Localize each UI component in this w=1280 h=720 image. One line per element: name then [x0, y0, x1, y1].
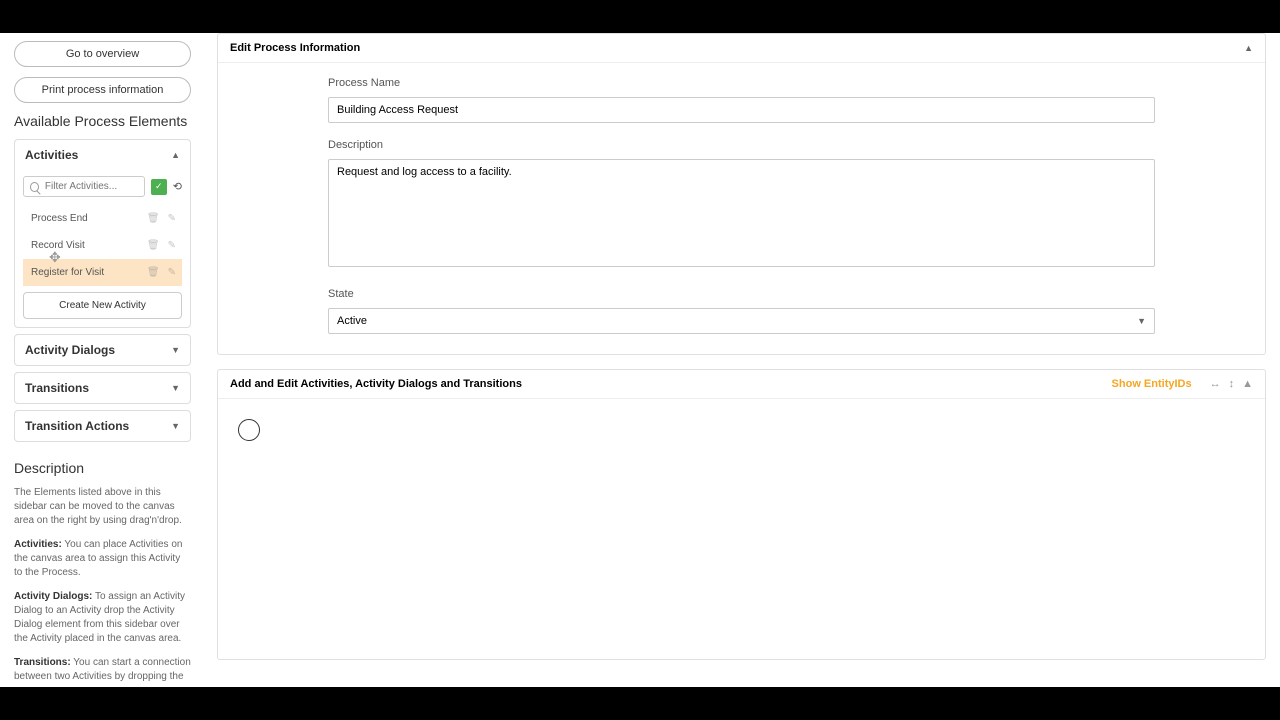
transitions-header[interactable]: Transitions ▼	[15, 373, 190, 403]
extend-width-icon[interactable]: ↔	[1210, 378, 1221, 390]
activity-label: Record Visit	[29, 240, 147, 251]
process-name-label: Process Name	[328, 77, 1155, 89]
activities-title: Activities	[25, 148, 78, 162]
activity-dialogs-title: Activity Dialogs	[25, 343, 115, 357]
edit-icon[interactable]: ✎	[168, 213, 176, 224]
edit-process-header: Edit Process Information	[230, 42, 360, 54]
available-elements-title: Available Process Elements	[14, 113, 191, 129]
canvas-start-node[interactable]	[238, 419, 260, 441]
activity-dialogs-header[interactable]: Activity Dialogs ▼	[15, 335, 190, 365]
create-activity-button[interactable]: Create New Activity	[23, 292, 182, 319]
state-label: State	[328, 288, 1155, 300]
activity-label: Process End	[29, 213, 147, 224]
state-select-wrap: Active ▼	[328, 308, 1155, 334]
collapse-icon[interactable]: ▲	[1244, 43, 1253, 53]
description-text-1: The Elements listed above in this sideba…	[14, 486, 191, 528]
reload-icon[interactable]: ⟲	[173, 180, 182, 193]
transition-actions-title: Transition Actions	[25, 419, 129, 433]
transitions-title: Transitions	[25, 381, 89, 395]
edit-icon[interactable]: ✎	[168, 240, 176, 251]
description-label: Description	[328, 139, 1155, 151]
activity-item-record-visit[interactable]: Record Visit 🗑 ✎	[23, 232, 182, 259]
canvas-area[interactable]	[218, 399, 1265, 659]
extend-height-icon[interactable]: ↕	[1229, 378, 1235, 390]
state-select[interactable]: Active	[329, 309, 1154, 333]
caret-down-icon: ▼	[171, 345, 180, 355]
activity-label: Register for Visit	[29, 267, 147, 278]
canvas-card: Add and Edit Activities, Activity Dialog…	[217, 369, 1266, 660]
description-text-2: Activities: You can place Activities on …	[14, 538, 191, 580]
activities-panel: Activities ▲ ✓ ⟲ Process End 🗑 ✎	[14, 139, 191, 328]
apply-filter-icon[interactable]: ✓	[151, 179, 167, 195]
description-textarea[interactable]	[328, 159, 1155, 267]
filter-activities-input[interactable]	[45, 181, 138, 192]
go-overview-button[interactable]: Go to overview	[14, 41, 191, 67]
search-icon	[30, 182, 39, 192]
canvas-header: Add and Edit Activities, Activity Dialog…	[230, 378, 522, 390]
show-entityids-link[interactable]: Show EntityIDs	[1112, 378, 1192, 390]
collapse-icon[interactable]: ▲	[1242, 378, 1253, 390]
transition-actions-header[interactable]: Transition Actions ▼	[15, 411, 190, 441]
process-name-input[interactable]	[328, 97, 1155, 123]
trash-icon[interactable]: 🗑	[147, 267, 160, 278]
trash-icon[interactable]: 🗑	[147, 213, 160, 224]
caret-up-icon: ▲	[171, 150, 180, 160]
edit-icon[interactable]: ✎	[168, 267, 176, 278]
trash-icon[interactable]: 🗑	[147, 240, 160, 251]
caret-down-icon: ▼	[171, 383, 180, 393]
description-text-4: Transitions: You can start a connection …	[14, 656, 191, 684]
filter-activities-wrap	[23, 176, 145, 197]
print-process-button[interactable]: Print process information	[14, 77, 191, 103]
caret-down-icon: ▼	[171, 421, 180, 431]
description-text-3: Activity Dialogs: To assign an Activity …	[14, 590, 191, 646]
activity-item-process-end[interactable]: Process End 🗑 ✎	[23, 205, 182, 232]
activities-panel-header[interactable]: Activities ▲	[15, 140, 190, 170]
description-title: Description	[14, 460, 191, 476]
edit-process-card: Edit Process Information ▲ Process Name …	[217, 33, 1266, 355]
activity-item-register-visit[interactable]: ✥ Register for Visit 🗑 ✎	[23, 259, 182, 286]
